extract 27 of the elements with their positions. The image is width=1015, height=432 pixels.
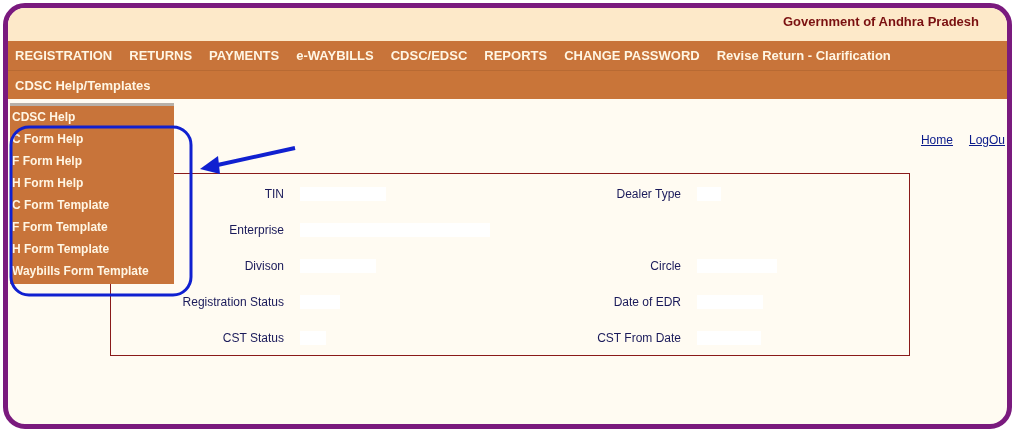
menu-item[interactable]: REPORTS bbox=[484, 48, 548, 63]
menu-item[interactable]: REGISTRATION bbox=[15, 48, 113, 63]
field-label: Registration Status bbox=[181, 295, 284, 309]
field-label: Date of EDR bbox=[612, 295, 681, 309]
field-label: Dealer Type bbox=[615, 187, 681, 201]
field-label: Circle bbox=[649, 259, 681, 273]
menu-item[interactable]: CDSC/EDSC bbox=[390, 48, 468, 63]
header-title: Government of Andhra Pradesh bbox=[783, 14, 979, 29]
field-label: Enterprise bbox=[228, 223, 284, 237]
dropdown-item[interactable]: H Form Template bbox=[12, 238, 174, 260]
nav-link[interactable]: LogOu bbox=[968, 133, 1005, 149]
dropdown-item[interactable]: Waybills Form Template bbox=[12, 260, 174, 282]
nav-link[interactable]: Home bbox=[920, 133, 953, 149]
dropdown-item[interactable]: H Form Help bbox=[12, 172, 174, 194]
menu-item[interactable]: PAYMENTS bbox=[209, 48, 280, 63]
menu-item[interactable]: CDSC Help/Templates bbox=[15, 77, 151, 93]
menu-item[interactable]: CHANGE PASSWORD bbox=[564, 48, 700, 63]
field-label: CST From Date bbox=[596, 331, 681, 345]
dropdown-item[interactable]: C Form Template bbox=[12, 194, 174, 216]
menu-item[interactable]: RETURNS bbox=[129, 48, 193, 63]
field-label: TIN bbox=[263, 187, 284, 201]
menu-item[interactable]: Revise Return - Clarification bbox=[716, 48, 891, 63]
dropdown-item[interactable]: F Form Template bbox=[12, 216, 174, 238]
menu-item[interactable]: e-WAYBILLS bbox=[296, 48, 374, 63]
dropdown-item[interactable]: F Form Help bbox=[12, 150, 174, 172]
dropdown-item[interactable]: CDSC Help bbox=[12, 106, 174, 128]
field-label: CST Status bbox=[221, 331, 284, 345]
